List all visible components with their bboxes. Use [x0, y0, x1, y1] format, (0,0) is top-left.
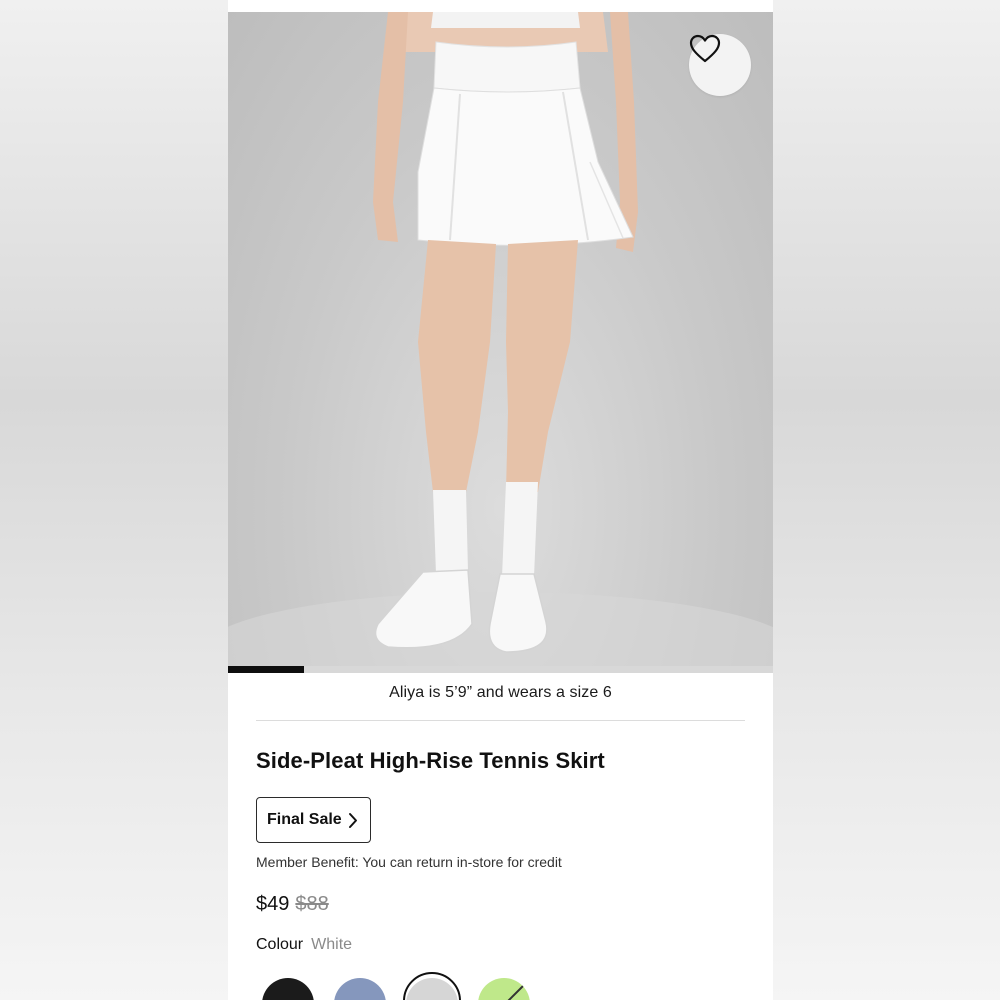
product-page: Aliya is 5’9” and wears a size 6 Side-Pl… [228, 0, 773, 1000]
original-price: $88 [295, 893, 329, 915]
model-size-note: Aliya is 5’9” and wears a size 6 [389, 684, 612, 701]
unavailable-slash [482, 979, 530, 1000]
colour-label: Colour [256, 936, 304, 953]
colour-row: Colour White [256, 936, 352, 954]
member-benefit: Member Benefit: You can return in-store … [256, 854, 562, 870]
gallery-progress-fill [228, 666, 305, 673]
colour-swatch-blue[interactable] [334, 978, 386, 1000]
top-strip [228, 0, 773, 12]
chevron-right-icon [349, 813, 357, 828]
product-image[interactable] [228, 12, 773, 673]
heart-icon [689, 34, 721, 63]
divider [256, 720, 745, 721]
final-sale-label: Final Sale [267, 811, 342, 828]
wishlist-button[interactable] [689, 34, 751, 96]
sale-price: $49 [256, 893, 290, 915]
price-row: $49 $88 [256, 893, 329, 916]
model-illustration [228, 12, 773, 673]
final-sale-button[interactable]: Final Sale [256, 797, 371, 843]
background-left-blur [0, 0, 228, 1000]
product-title: Side-Pleat High-Rise Tennis Skirt [256, 748, 605, 773]
background-right-blur [773, 0, 1000, 1000]
colour-value: White [311, 936, 353, 953]
gallery-progress [228, 666, 773, 673]
colour-swatch-black[interactable] [262, 978, 314, 1000]
colour-swatch-green[interactable] [478, 978, 530, 1000]
